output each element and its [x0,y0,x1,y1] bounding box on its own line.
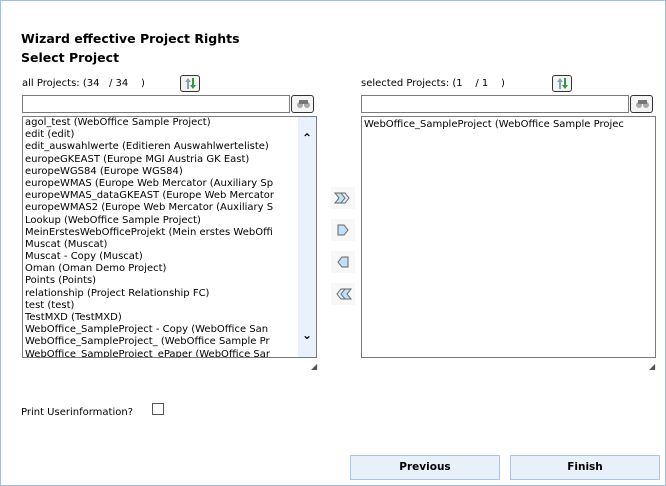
list-item[interactable]: europeWMAS2 (Europe Web Mercator (Auxili… [23,202,316,214]
list-item[interactable]: relationship (Project Relationship FC) [23,288,316,300]
list-item[interactable]: TestMXD (TestMXD) [23,312,316,324]
resize-grip-icon[interactable]: ◢ [649,362,655,371]
list-item[interactable]: europeWGS84 (Europe WGS84) [23,166,316,178]
list-item[interactable]: europeWMAS (Europe Web Mercator (Auxilia… [23,178,316,190]
list-item[interactable]: edit_auswahlwerte (Editieren Auswahlwert… [23,141,316,153]
selected-projects-list[interactable]: WebOffice_SampleProject (WebOffice Sampl… [361,116,656,358]
binoculars-icon [297,100,310,108]
wizard-subtitle: Select Project [21,50,120,65]
remove-button[interactable] [331,251,355,273]
selected-projects-label: selected Projects: (1 / 1 ) [361,78,505,89]
list-item[interactable]: edit (edit) [23,129,316,141]
sort-all-button[interactable] [180,75,200,92]
binoculars-icon [636,100,649,108]
selected-projects-filter-input[interactable] [361,95,629,113]
list-item[interactable]: WebOffice_SampleProject - Copy (WebOffic… [23,324,316,336]
list-item[interactable]: europeWMAS_dataGKEAST (Europe Web Mercat… [23,190,316,202]
list-item[interactable]: Muscat - Copy (Muscat) [23,251,316,263]
scroll-down-icon[interactable]: ⌄ [301,329,313,341]
all-projects-filter-input[interactable] [22,95,290,113]
list-item[interactable]: Points (Points) [23,275,316,287]
all-projects-list[interactable]: agol_test (WebOffice Sample Project) edit… [22,116,317,358]
all-projects-scrollbar[interactable]: ⌃ ⌄ [298,117,316,357]
list-item[interactable]: WebOffice_SampleProject_ (WebOffice Samp… [23,336,316,348]
list-item[interactable]: test (test) [23,300,316,312]
list-item[interactable]: Oman (Oman Demo Project) [23,263,316,275]
selected-projects-search-button[interactable] [630,95,653,113]
list-item[interactable]: Muscat (Muscat) [23,239,316,251]
print-userinfo-label: Print Userinformation? [21,407,133,418]
list-item[interactable]: WebOffice_SampleProject_ePaper (WebOffic… [23,349,316,357]
print-userinfo-checkbox[interactable] [152,403,164,415]
finish-button[interactable]: Finish [510,455,660,480]
list-item[interactable]: MeinErstesWebOfficeProjekt (Mein erstes … [23,227,316,239]
sort-selected-button[interactable] [552,75,572,92]
double-right-arrow-icon [333,192,350,204]
sort-icon [185,78,196,89]
wizard-title: Wizard effective Project Rights [21,31,240,46]
left-arrow-icon [337,256,349,268]
double-left-arrow-icon [336,288,353,300]
list-item[interactable]: agol_test (WebOffice Sample Project) [23,117,316,129]
remove-all-button[interactable] [331,283,355,305]
right-arrow-icon [337,224,349,236]
previous-button[interactable]: Previous [350,455,500,480]
resize-grip-icon[interactable]: ◢ [311,362,317,371]
list-item[interactable]: WebOffice_SampleProject (WebOffice Sampl… [362,119,655,131]
all-projects-label: all Projects: (34 / 34 ) [22,78,145,89]
list-item[interactable]: europeGKEAST (Europe MGI Austria GK East… [23,154,316,166]
add-all-button[interactable] [331,187,355,209]
sort-icon [557,78,568,89]
all-projects-search-button[interactable] [291,95,314,113]
scroll-up-icon[interactable]: ⌃ [301,132,313,144]
add-button[interactable] [331,219,355,241]
list-item[interactable]: Lookup (WebOffice Sample Project) [23,215,316,227]
